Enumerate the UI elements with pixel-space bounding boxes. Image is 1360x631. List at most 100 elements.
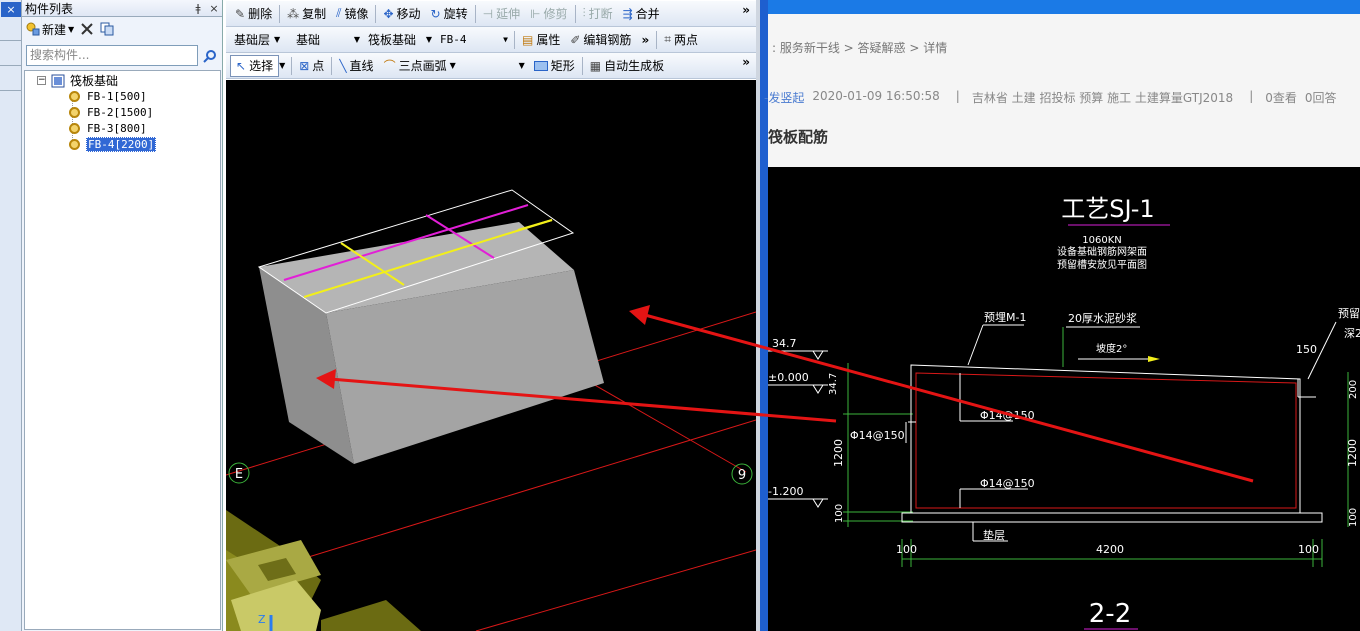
tree-item-fb-2[interactable]: FB-2[1500] — [69, 105, 154, 120]
two-points-button[interactable]: ⌗ 两点 — [659, 29, 703, 51]
axis-label-9: 9 — [738, 468, 746, 483]
component-select[interactable]: FB-4 ▼ — [436, 30, 512, 50]
dim-100: 100 — [834, 504, 845, 523]
extend-button[interactable]: ⊣ 延伸 — [478, 3, 525, 25]
new-button[interactable]: 新建 ▼ — [26, 21, 74, 38]
tree-root-label: 筏板基础 — [70, 74, 119, 88]
panel-toolbar: 新建 ▼ — [22, 17, 222, 41]
close-icon[interactable]: × — [1, 2, 21, 17]
search-button[interactable] — [200, 45, 220, 66]
tree-root[interactable]: − 筏板基础 — [37, 73, 118, 88]
3d-viewport[interactable]: E 9 Z — [226, 80, 756, 631]
tree-item-label: FB-3[800] — [87, 122, 147, 135]
elevation-marker — [812, 350, 824, 360]
elevation-label: 34.7 — [828, 373, 839, 395]
author-link[interactable]: -发竖起 — [764, 89, 804, 106]
extend-icon: ⊣ — [482, 6, 494, 21]
rebar-label: Φ14@150 — [980, 409, 1035, 422]
web-header-bar — [768, 0, 1360, 14]
toolbar-overflow-icon[interactable]: » — [636, 29, 654, 51]
break-label: 打断 — [588, 7, 613, 21]
merge-button[interactable]: ⇶ 合并 — [618, 3, 665, 25]
post-meta: -发竖起 2020-01-09 16:50:58 | 吉林省 土建 招投标 预算… — [764, 89, 1345, 106]
left-dock-strip: × — [0, 0, 22, 631]
copy-icon[interactable] — [100, 22, 114, 36]
tree-item-fb-3[interactable]: FB-3[800] — [69, 121, 148, 136]
arc-mode-select[interactable]: ▼ — [461, 56, 529, 76]
eraser-icon: ✎ — [235, 6, 246, 21]
break-button[interactable]: ⫶ 打断 — [578, 3, 618, 25]
drawing-title: 工艺SJ-1 — [1061, 195, 1154, 223]
answer-count: 0回答 — [1304, 91, 1337, 105]
model-object — [321, 600, 421, 631]
chevron-down-icon: ▼ — [274, 35, 281, 44]
divider — [0, 40, 22, 41]
axis-line — [585, 379, 747, 473]
move-button[interactable]: ✥ 移动 — [378, 3, 425, 25]
tree-item-fb-4[interactable]: FB-4[2200] — [69, 137, 157, 152]
two-points-icon: ⌗ — [664, 32, 671, 46]
line-label: 直线 — [349, 59, 374, 73]
dim-100: 100 — [1298, 543, 1319, 556]
point-button[interactable]: ⊠ 点 — [294, 55, 329, 77]
dim-100: 100 — [1348, 508, 1359, 527]
edit-rebar-label: 编辑钢筋 — [583, 33, 632, 47]
type-select[interactable]: 筏板基础 ▼ — [364, 30, 436, 50]
category-select[interactable]: 基础 ▼ — [292, 30, 364, 50]
collapse-icon[interactable]: − — [37, 76, 46, 85]
merge-icon: ⇶ — [622, 6, 633, 21]
delete-icon[interactable] — [80, 22, 94, 36]
delete-label: 删除 — [248, 7, 273, 21]
select-label: 选择 — [249, 59, 274, 73]
component-icon — [69, 91, 80, 102]
breadcrumb[interactable]: : 服务新干线 > 答疑解惑 > 详情 — [772, 39, 947, 56]
property-button[interactable]: ▤ 属性 — [517, 29, 565, 51]
toolbar-overflow-icon[interactable]: » — [742, 3, 750, 17]
divider — [331, 56, 333, 75]
web-page: : 服务新干线 > 答疑解惑 > 详情 -发竖起 2020-01-09 16:5… — [764, 0, 1360, 631]
floor-select[interactable]: 基础层 ▼ — [230, 30, 292, 50]
post-tags[interactable]: 吉林省 土建 招投标 预算 施工 土建算量GTJ2018 — [972, 89, 1233, 106]
divider — [581, 56, 583, 75]
drawing-subtitle: 预留槽安放见平面图 — [1057, 258, 1147, 271]
chevron-down-icon[interactable]: ▼ — [279, 61, 285, 70]
property-label: 属性 — [536, 33, 561, 47]
auto-generate-button[interactable]: ▦ 自动生成板 — [585, 55, 669, 77]
rect-button[interactable]: 矩形 — [529, 55, 580, 77]
two-points-label: 两点 — [673, 33, 698, 47]
edit-rebar-button[interactable]: ✐ 编辑钢筋 — [565, 29, 636, 51]
search-input[interactable]: 搜索构件... — [26, 45, 198, 66]
close-icon[interactable]: × — [206, 2, 222, 15]
line-button[interactable]: ╲ 直线 — [334, 55, 378, 77]
point-icon: ⊠ — [299, 58, 310, 73]
arc-icon: ⌒ — [383, 59, 396, 73]
tree-item-fb-1[interactable]: FB-1[500] — [69, 89, 148, 104]
auto-generate-label: 自动生成板 — [604, 59, 665, 73]
component-icon — [69, 123, 80, 134]
divider — [514, 30, 515, 49]
mirror-button[interactable]: ⫽ 镜像 — [331, 3, 373, 25]
rotate-button[interactable]: ↻ 旋转 — [426, 3, 473, 25]
select-button[interactable]: ↖ 选择 — [230, 54, 280, 77]
viewport-canvas: E 9 Z — [226, 189, 756, 631]
pin-icon[interactable]: ǂ — [190, 2, 206, 15]
trim-button[interactable]: ⊩ 修剪 — [525, 3, 572, 25]
mirror-label: 镜像 — [344, 7, 369, 21]
copy-button[interactable]: ⁂ 复制 — [282, 3, 331, 25]
rebar-line-yellow — [517, 219, 553, 231]
delete-button[interactable]: ✎ 删除 — [230, 3, 277, 25]
elevation-label: -1.200 — [768, 485, 803, 498]
divider — [0, 65, 22, 66]
divider — [279, 4, 281, 23]
elevation-marker — [812, 384, 824, 394]
rebar-icon: ✐ — [570, 32, 581, 47]
rotate-label: 旋转 — [443, 7, 468, 21]
component-toolbar: 基础层 ▼ 基础 ▼ 筏板基础 ▼ FB-4 ▼ ▤ 属性 ✐ 编辑钢筋 » ⌗ 两点 — [226, 27, 756, 53]
toolbar-overflow-icon[interactable]: » — [742, 55, 750, 69]
cushion-layer — [901, 512, 1323, 523]
rect-icon — [533, 60, 548, 71]
component-list-panel: 构件列表 ǂ × 新建 ▼ 搜索构件... − 筏板基础 FB-1[500] F… — [22, 0, 223, 631]
arc-button[interactable]: ⌒ 三点画弧 ▼ — [379, 55, 461, 77]
leader-line — [967, 324, 984, 366]
line-icon: ╲ — [339, 58, 347, 73]
